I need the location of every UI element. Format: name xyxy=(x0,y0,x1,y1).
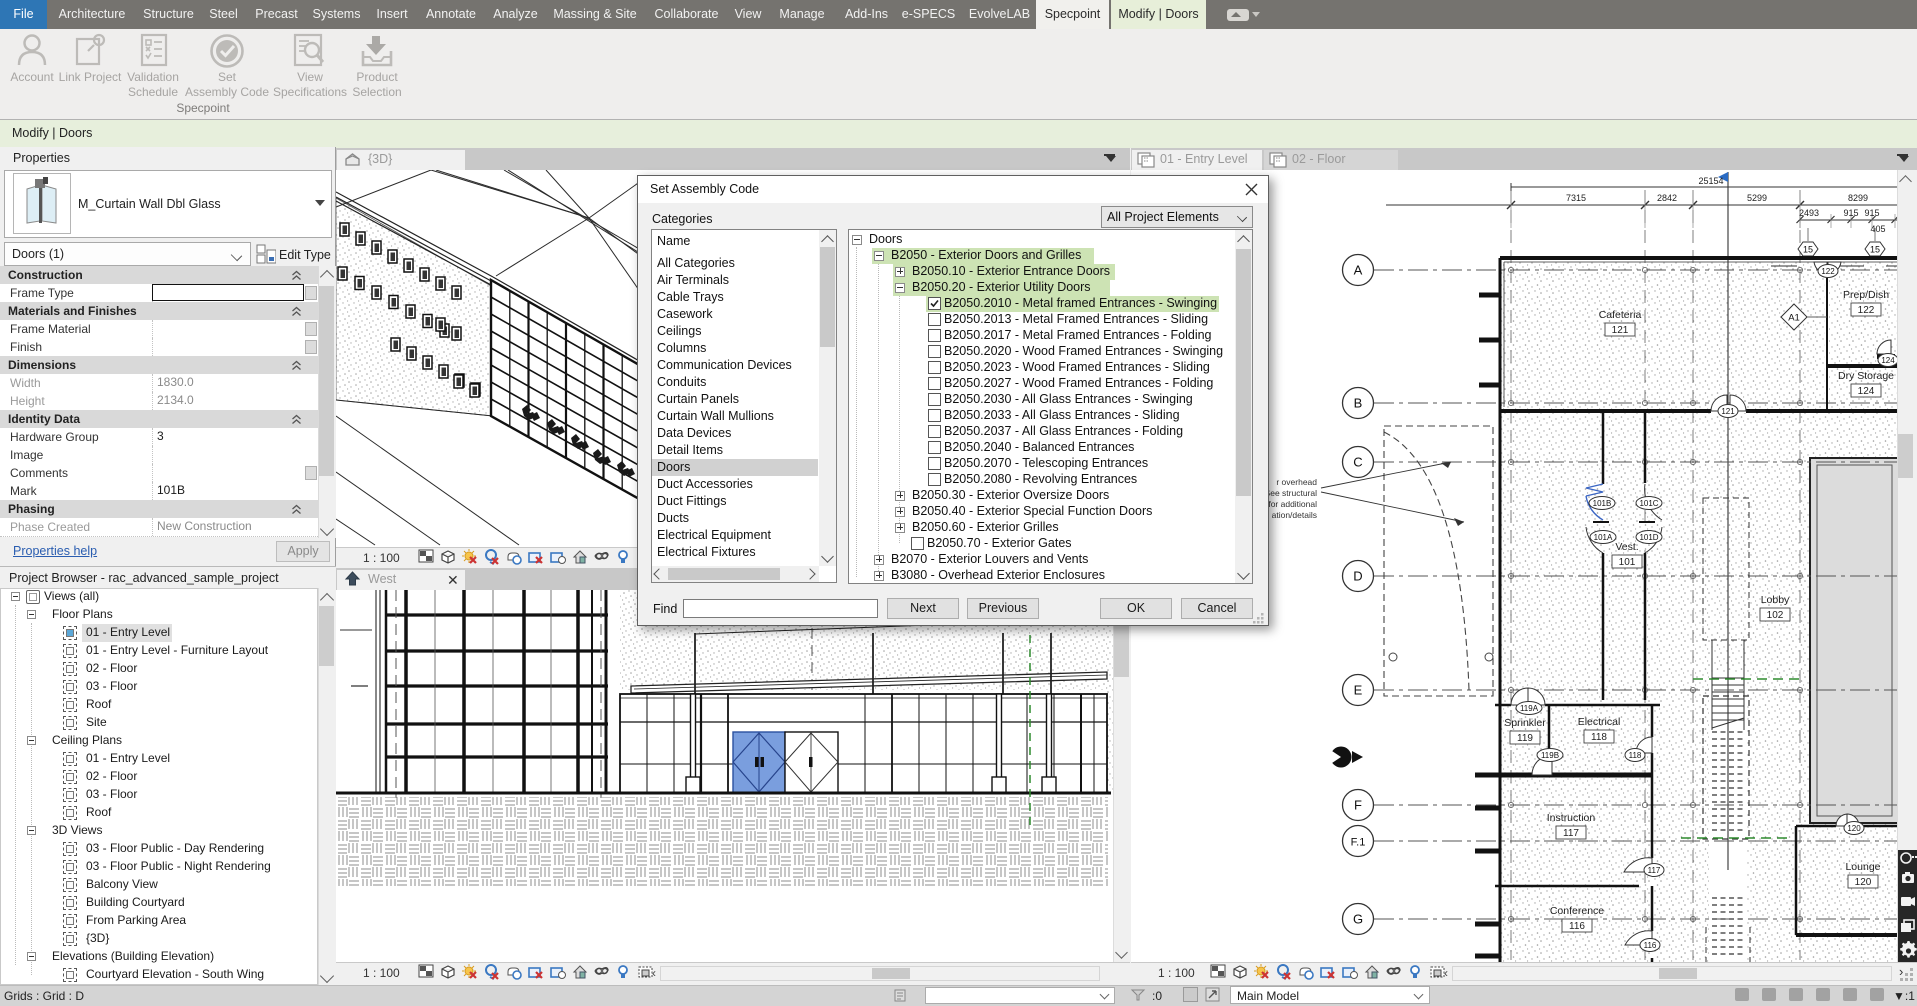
svg-text:2493: 2493 xyxy=(1799,208,1819,218)
svg-text:124: 124 xyxy=(1881,356,1895,365)
svg-text:r overhead: r overhead xyxy=(1276,477,1317,487)
svg-text:Instruction: Instruction xyxy=(1547,812,1596,824)
svg-text:119: 119 xyxy=(1517,733,1533,744)
svg-text:D: D xyxy=(1353,569,1362,584)
svg-text:915: 915 xyxy=(1843,208,1858,218)
svg-text:for additional: for additional xyxy=(1268,499,1317,509)
svg-text:C: C xyxy=(1353,455,1362,470)
svg-text:915: 915 xyxy=(1864,208,1879,218)
svg-text:120: 120 xyxy=(1855,877,1872,888)
svg-text:Lobby: Lobby xyxy=(1761,594,1790,606)
svg-text:118: 118 xyxy=(1629,751,1642,760)
svg-text:101A: 101A xyxy=(1594,533,1613,542)
svg-text:117: 117 xyxy=(1648,866,1661,875)
svg-text:124: 124 xyxy=(1858,386,1875,397)
svg-text:15: 15 xyxy=(1870,245,1880,255)
svg-text:8299: 8299 xyxy=(1848,193,1868,203)
svg-text:5299: 5299 xyxy=(1747,193,1767,203)
svg-text:405: 405 xyxy=(1870,224,1885,234)
svg-text:101B: 101B xyxy=(1593,499,1612,508)
svg-text:E: E xyxy=(1354,683,1363,698)
svg-text:122: 122 xyxy=(1821,267,1835,276)
svg-text:120: 120 xyxy=(1847,824,1861,833)
svg-text:Sprinkler: Sprinkler xyxy=(1504,717,1546,729)
svg-text:118: 118 xyxy=(1591,732,1607,743)
svg-text:F.1: F.1 xyxy=(1351,837,1366,849)
svg-text:116: 116 xyxy=(1644,941,1657,950)
svg-text:Cafeteria: Cafeteria xyxy=(1599,309,1642,321)
svg-text:Prep/Dish: Prep/Dish xyxy=(1843,289,1889,301)
svg-text:F: F xyxy=(1354,798,1362,813)
svg-text:Electrical: Electrical xyxy=(1578,716,1621,728)
svg-text:121: 121 xyxy=(1721,407,1735,416)
svg-text:102: 102 xyxy=(1767,610,1784,621)
svg-text:A1: A1 xyxy=(1788,313,1800,324)
svg-text:116: 116 xyxy=(1569,921,1585,932)
svg-text:7315: 7315 xyxy=(1566,193,1586,203)
svg-text:25154: 25154 xyxy=(1698,176,1723,186)
svg-text:101C: 101C xyxy=(1639,499,1658,508)
svg-text:Dry Storage: Dry Storage xyxy=(1838,370,1894,382)
svg-text:119A: 119A xyxy=(1520,704,1539,713)
svg-text:Conference: Conference xyxy=(1550,905,1604,917)
svg-text:117: 117 xyxy=(1563,828,1579,839)
svg-text:Vest.: Vest. xyxy=(1615,541,1638,553)
svg-text:119B: 119B xyxy=(1541,751,1559,760)
svg-text:A: A xyxy=(1354,263,1363,278)
svg-text:101D: 101D xyxy=(1639,533,1658,542)
svg-text:2842: 2842 xyxy=(1657,193,1677,203)
svg-text:ation/details: ation/details xyxy=(1272,510,1317,520)
svg-text:121: 121 xyxy=(1612,325,1629,336)
svg-text:15: 15 xyxy=(1803,245,1813,255)
svg-text:101: 101 xyxy=(1619,557,1636,568)
svg-text:Lounge: Lounge xyxy=(1845,861,1880,873)
svg-text:G: G xyxy=(1353,912,1363,927)
svg-text:122: 122 xyxy=(1858,305,1875,316)
svg-text:B: B xyxy=(1354,396,1363,411)
